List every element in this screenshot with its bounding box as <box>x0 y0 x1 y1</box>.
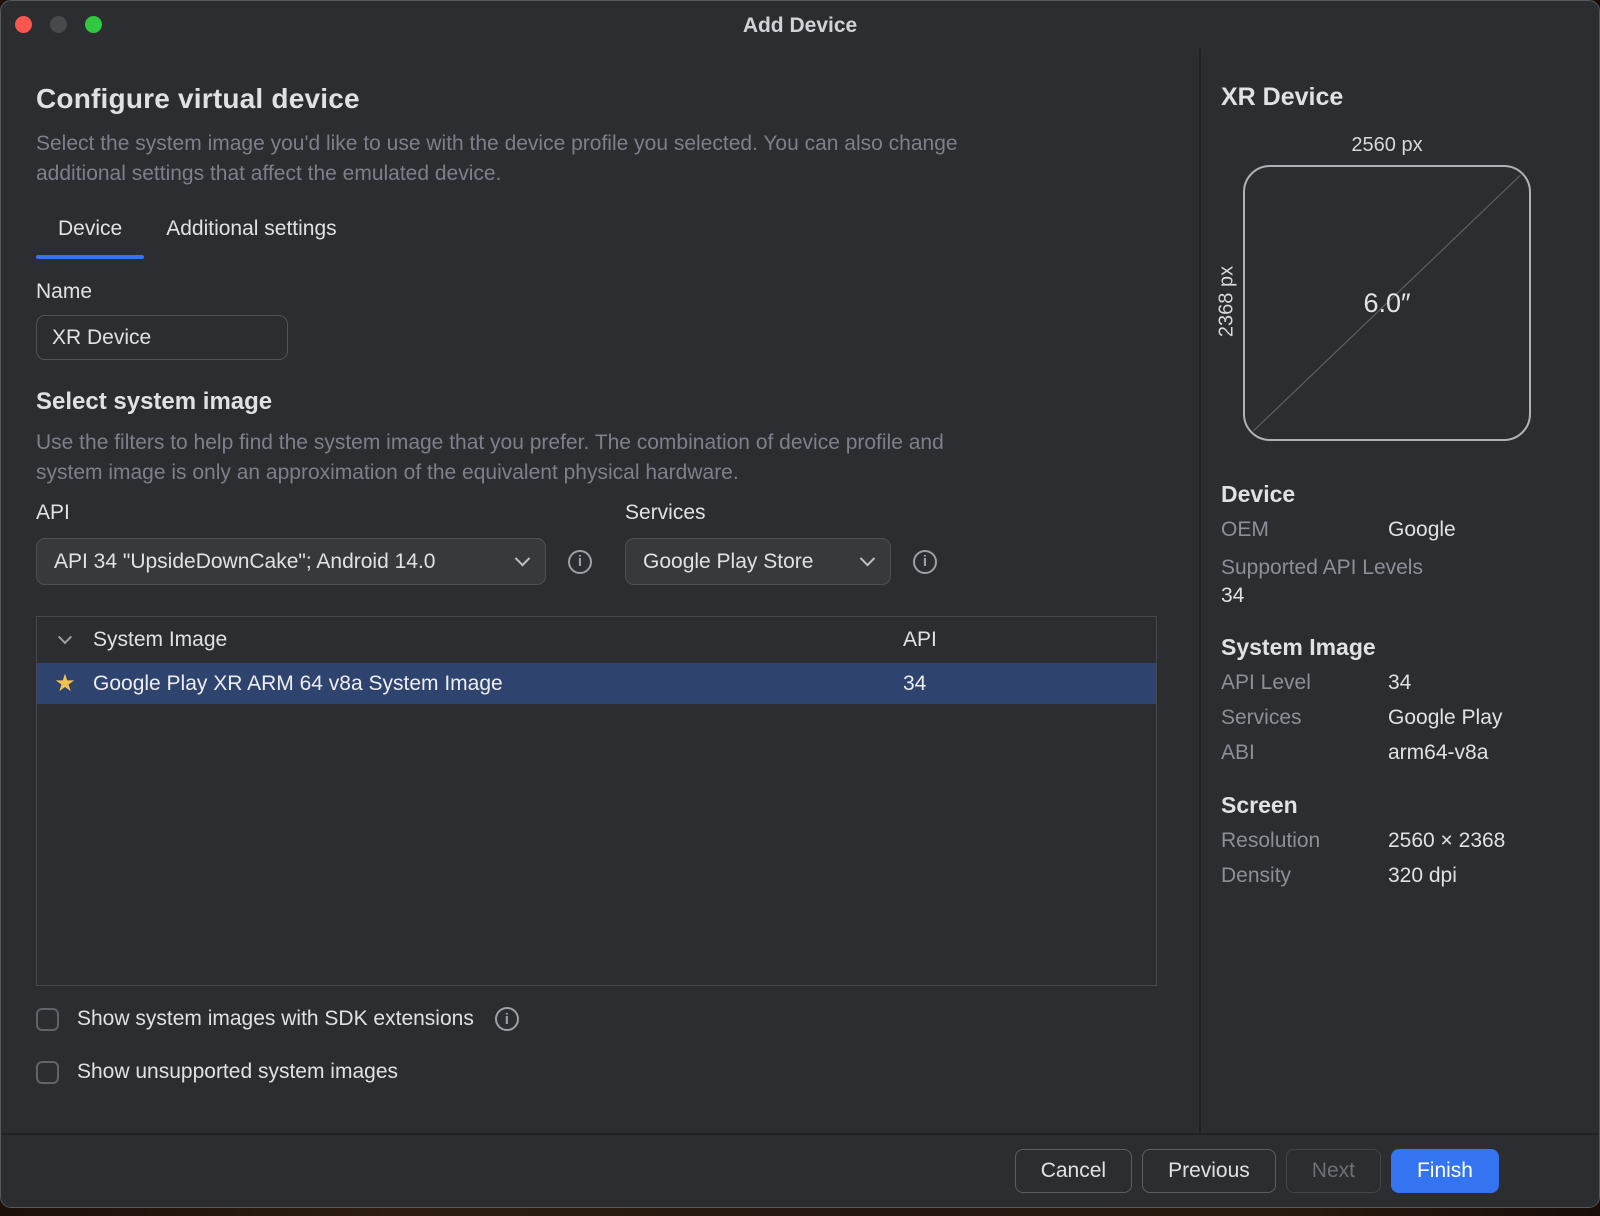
next-button: Next <box>1286 1149 1381 1193</box>
system-image-section-heading: System Image <box>1221 634 1583 661</box>
collapse-group-button[interactable] <box>37 635 93 645</box>
services-filter-label: Services <box>625 500 937 526</box>
system-image-api: 34 <box>903 672 1156 696</box>
column-header-api: API <box>903 628 1156 652</box>
traffic-lights <box>15 16 102 33</box>
zoom-window-button[interactable] <box>85 16 102 33</box>
tab-additional-settings[interactable]: Additional settings <box>144 215 358 243</box>
sdk-extensions-checkbox-row: Show system images with SDK extensions i <box>36 1007 1159 1031</box>
sdk-extensions-checkbox-label: Show system images with SDK extensions <box>77 1007 474 1031</box>
resolution-label: Resolution <box>1221 828 1388 854</box>
abi-value: arm64-v8a <box>1388 740 1488 766</box>
services-info-icon[interactable]: i <box>913 550 937 574</box>
services-row: Services Google Play <box>1221 705 1583 731</box>
screen-diagonal-label: 6.0″ <box>1245 167 1529 439</box>
chevron-down-icon <box>515 551 531 567</box>
api-level-row: API Level 34 <box>1221 670 1583 696</box>
tab-bar: Device Additional settings <box>36 215 1159 243</box>
screen-height-label: 2368 px <box>1216 260 1239 344</box>
screen-diagram: 2560 px 2368 px 6.0″ <box>1221 134 1561 441</box>
oem-label: OEM <box>1221 517 1388 543</box>
select-system-image-subtitle: Use the filters to help find the system … <box>36 428 1159 488</box>
chevron-down-icon <box>860 551 876 567</box>
services-value: Google Play <box>1388 705 1502 731</box>
titlebar: Add Device <box>1 1 1599 49</box>
api-dropdown-value: API 34 "UpsideDownCake"; Android 14.0 <box>54 550 435 574</box>
services-dropdown[interactable]: Google Play Store <box>625 538 891 585</box>
details-panel-title: XR Device <box>1221 83 1583 112</box>
device-section-heading: Device <box>1221 481 1583 508</box>
unsupported-images-checkbox-row: Show unsupported system images <box>36 1060 1159 1084</box>
supported-api-value: 34 <box>1221 584 1583 608</box>
tab-device[interactable]: Device <box>36 215 144 243</box>
cancel-button[interactable]: Cancel <box>1015 1149 1132 1193</box>
resolution-row: Resolution 2560 × 2368 <box>1221 828 1583 854</box>
page-subtitle: Select the system image you'd like to us… <box>36 129 1159 189</box>
screen-section-heading: Screen <box>1221 792 1583 819</box>
screen-width-label: 2560 px <box>1243 134 1531 157</box>
unsupported-images-checkbox[interactable] <box>36 1061 59 1084</box>
supported-api-label: Supported API Levels <box>1221 556 1583 580</box>
api-level-value: 34 <box>1388 670 1411 696</box>
density-label: Density <box>1221 863 1388 889</box>
configure-panel: Configure virtual device Select the syst… <box>1 49 1199 1133</box>
resolution-value: 2560 × 2368 <box>1388 828 1505 854</box>
add-device-dialog: Add Device Configure virtual device Sele… <box>0 0 1600 1208</box>
device-name-input[interactable] <box>36 315 288 360</box>
table-row-system-image[interactable]: ★ Google Play XR ARM 64 v8a System Image… <box>37 663 1156 704</box>
select-system-image-title: Select system image <box>36 388 1159 416</box>
services-filter-group: Services Google Play Store i <box>625 500 937 585</box>
column-header-system-image: System Image <box>93 628 903 652</box>
api-dropdown[interactable]: API 34 "UpsideDownCake"; Android 14.0 <box>36 538 546 585</box>
oem-row: OEM Google <box>1221 517 1583 543</box>
sdk-extensions-checkbox[interactable] <box>36 1008 59 1031</box>
sdk-extensions-info-icon[interactable]: i <box>495 1007 519 1031</box>
filters-row: API API 34 "UpsideDownCake"; Android 14.… <box>36 500 1159 585</box>
dialog-footer: Cancel Previous Next Finish <box>1 1133 1599 1207</box>
screen-outline: 6.0″ <box>1243 165 1531 441</box>
abi-label: ABI <box>1221 740 1388 766</box>
table-header-row: System Image API <box>37 617 1156 663</box>
close-window-button[interactable] <box>15 16 32 33</box>
page-title: Configure virtual device <box>36 83 1159 115</box>
api-level-label: API Level <box>1221 670 1388 696</box>
density-row: Density 320 dpi <box>1221 863 1583 889</box>
window-title: Add Device <box>1 1 1599 51</box>
abi-row: ABI arm64-v8a <box>1221 740 1583 766</box>
density-value: 320 dpi <box>1388 863 1457 889</box>
api-info-icon[interactable]: i <box>568 550 592 574</box>
name-label: Name <box>36 280 1159 304</box>
api-filter-label: API <box>36 500 592 526</box>
previous-button[interactable]: Previous <box>1142 1149 1276 1193</box>
favorite-star-icon[interactable]: ★ <box>54 672 76 696</box>
services-label: Services <box>1221 705 1388 731</box>
chevron-down-icon <box>58 630 72 644</box>
system-image-name: Google Play XR ARM 64 v8a System Image <box>93 672 903 696</box>
oem-value: Google <box>1388 517 1456 543</box>
finish-button[interactable]: Finish <box>1391 1149 1499 1193</box>
device-details-panel: XR Device 2560 px 2368 px 6.0″ Device OE… <box>1199 49 1599 1133</box>
api-filter-group: API API 34 "UpsideDownCake"; Android 14.… <box>36 500 592 585</box>
minimize-window-button <box>50 16 67 33</box>
system-image-table: System Image API ★ Google Play XR ARM 64… <box>36 616 1157 986</box>
unsupported-images-checkbox-label: Show unsupported system images <box>77 1060 398 1084</box>
services-dropdown-value: Google Play Store <box>643 550 813 574</box>
